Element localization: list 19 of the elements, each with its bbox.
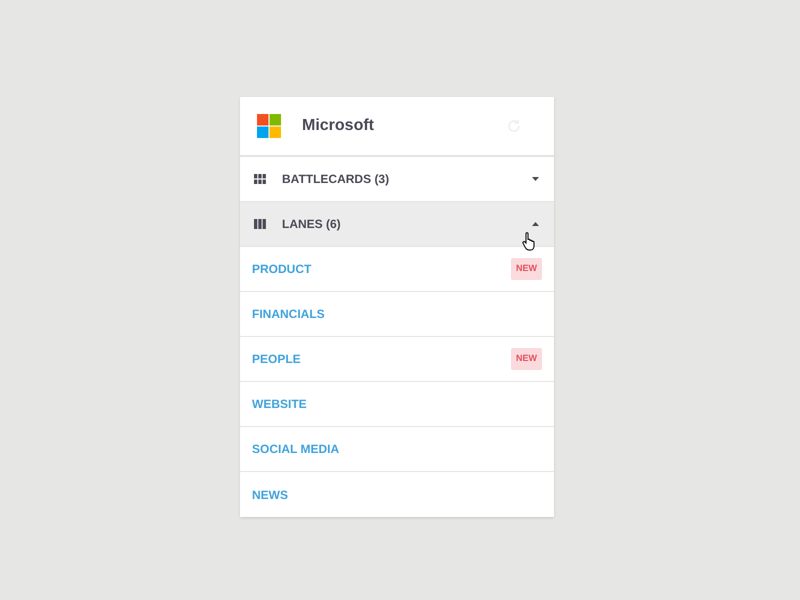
section-title: BATTLECARDS (3) — [282, 171, 390, 188]
caret-icon — [532, 222, 539, 226]
lane-link[interactable]: SOCIAL MEDIA — [252, 440, 340, 458]
caret-icon — [532, 177, 539, 181]
lane-link[interactable]: PEOPLE — [252, 350, 301, 368]
company-name: Microsoft — [302, 116, 374, 136]
lane-link[interactable]: PRODUCT — [252, 260, 312, 278]
lane-link[interactable]: WEBSITE — [252, 395, 307, 413]
new-badge: NEW — [511, 258, 542, 280]
grid-icon — [254, 174, 266, 184]
pointer-cursor-icon — [522, 232, 537, 251]
windows-logo-icon — [257, 114, 281, 138]
new-badge: NEW — [511, 348, 542, 370]
section-header[interactable]: LANES (6) — [240, 202, 554, 247]
section-header[interactable]: BATTLECARDS (3) — [240, 157, 554, 202]
section-title: LANES (6) — [282, 216, 341, 233]
columns-icon — [254, 219, 266, 229]
lane-link[interactable]: NEWS — [252, 486, 288, 504]
lane-link[interactable]: FINANCIALS — [252, 305, 325, 323]
